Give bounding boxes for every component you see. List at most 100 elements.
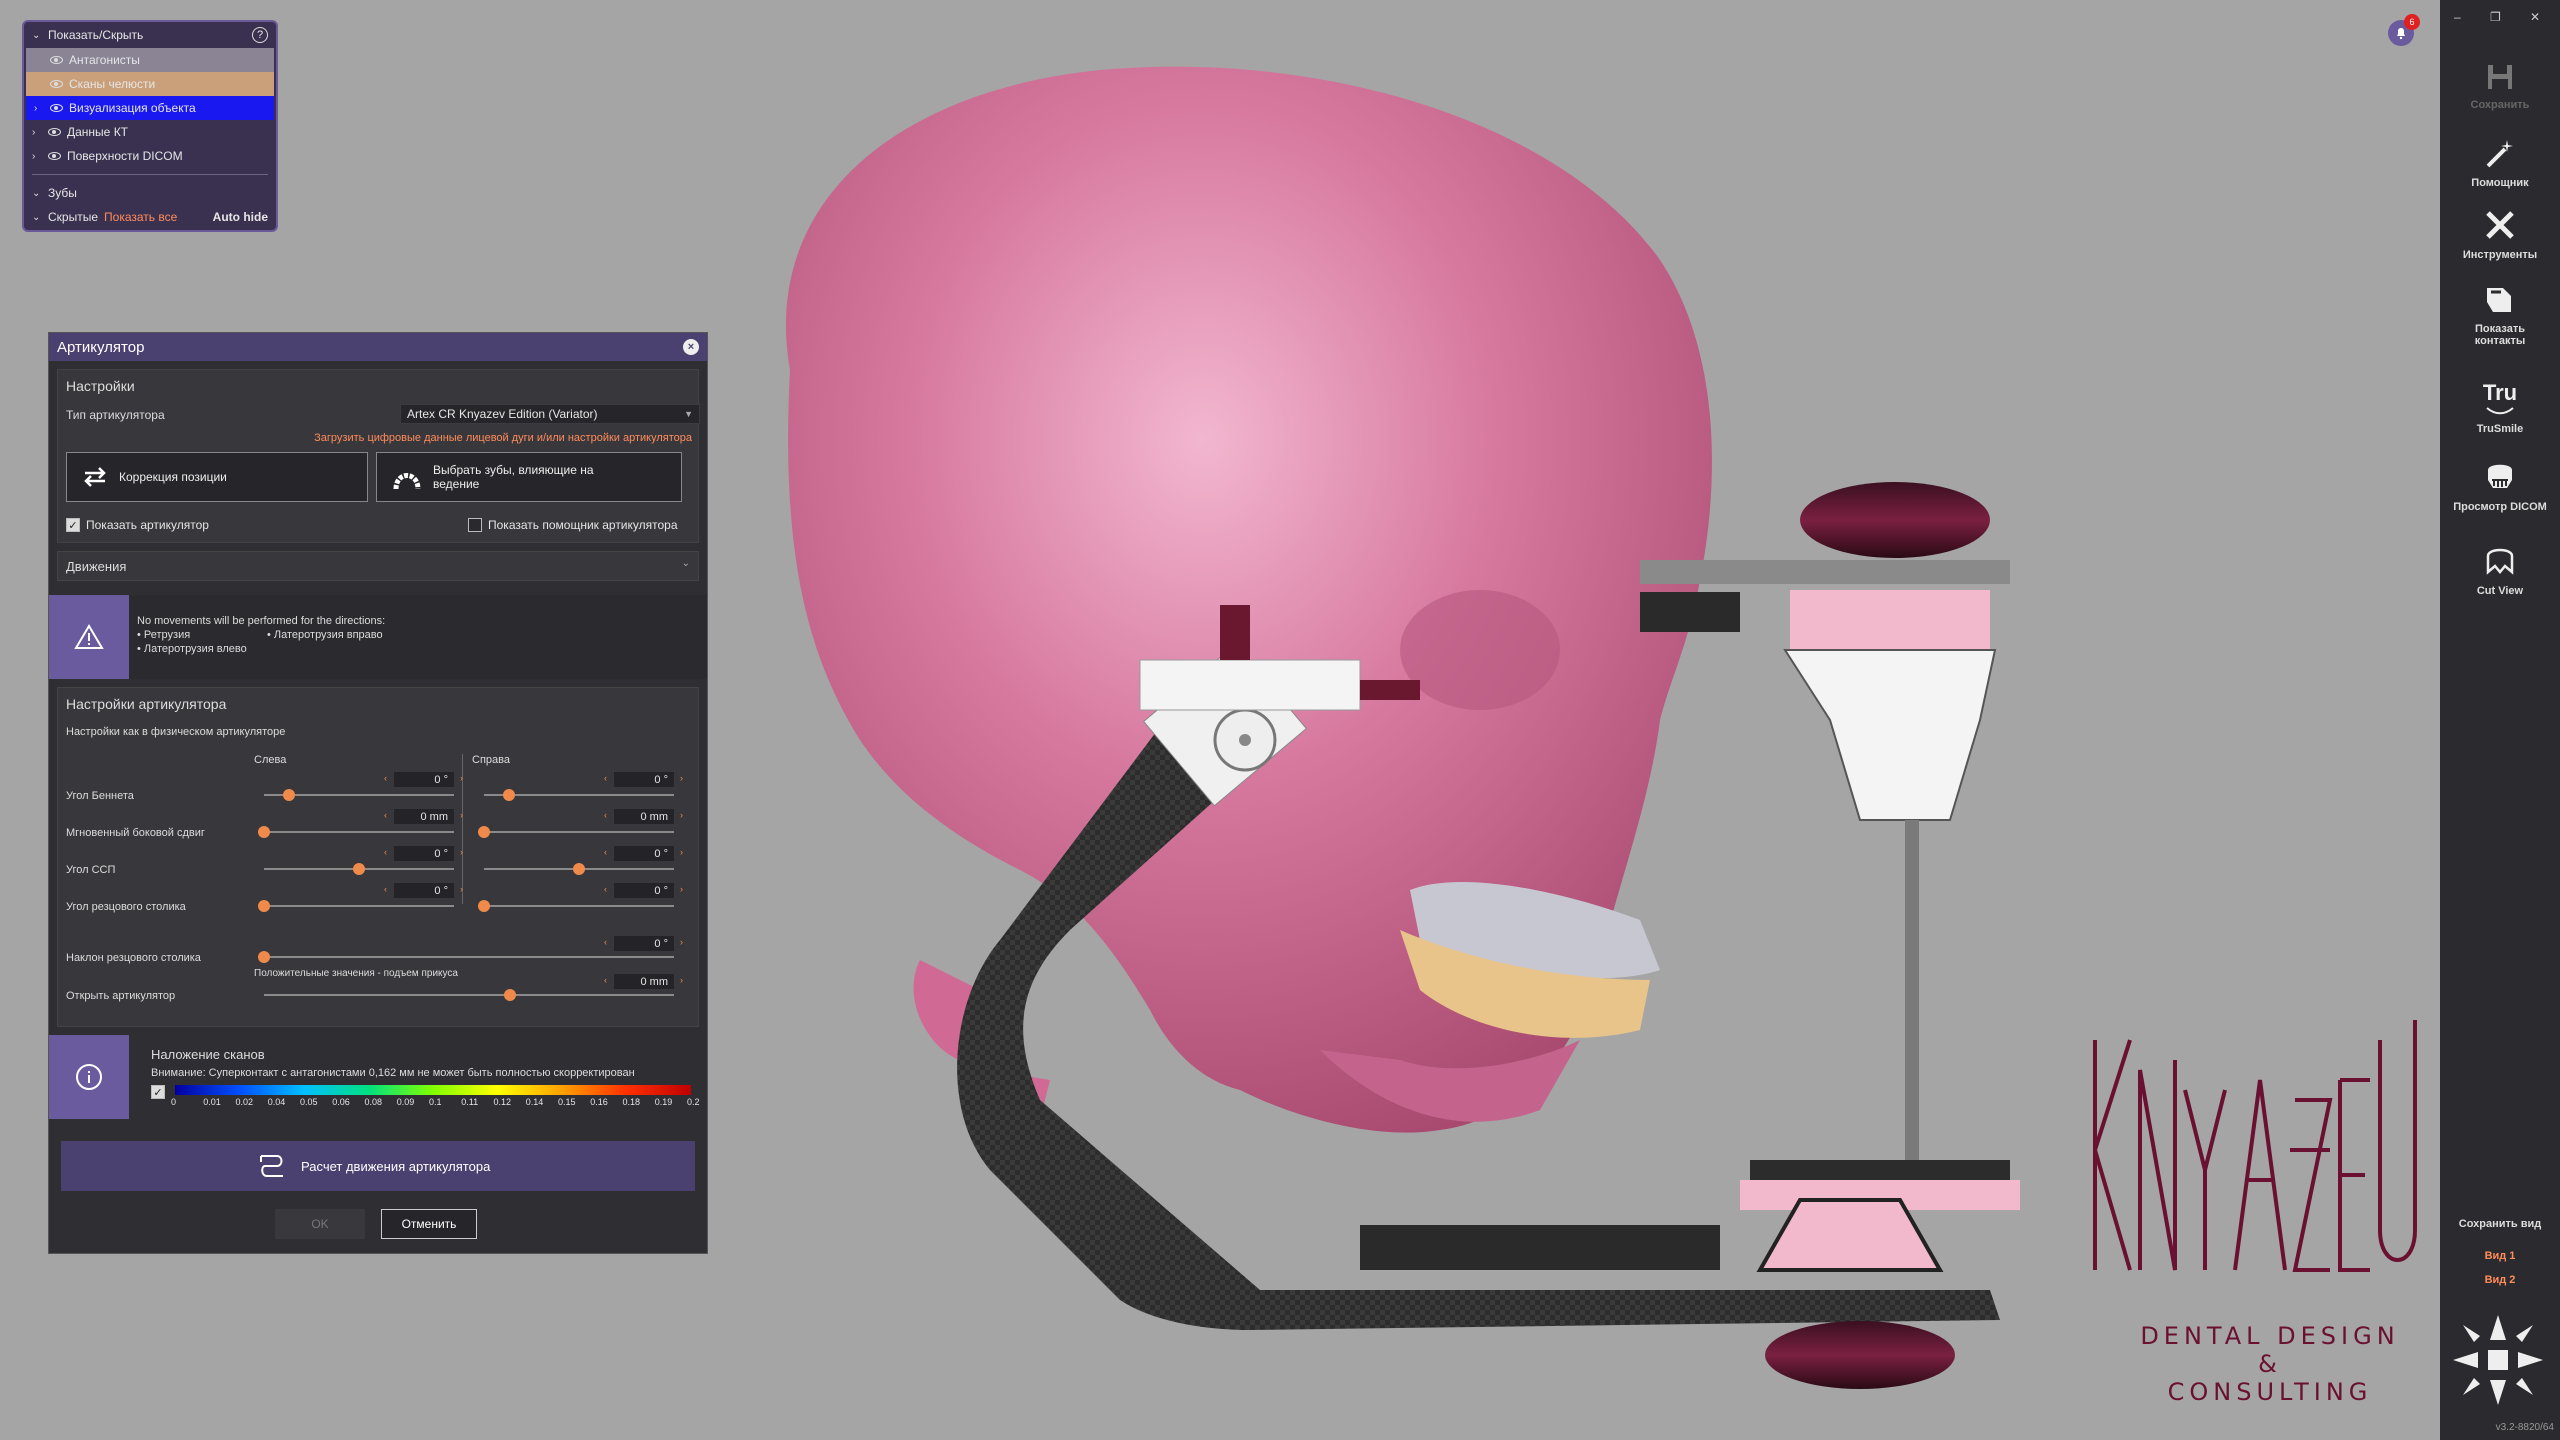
slider-thumb[interactable] bbox=[258, 900, 270, 912]
decrement-icon[interactable]: ‹ bbox=[604, 810, 607, 820]
scale-tick-label: 0.19 bbox=[654, 1097, 673, 1107]
calculate-movement-button[interactable]: Расчет движения артикулятора bbox=[61, 1141, 695, 1191]
slider-thumb[interactable] bbox=[504, 989, 516, 1001]
increment-icon[interactable]: › bbox=[460, 773, 463, 783]
eye-icon[interactable] bbox=[50, 56, 63, 64]
tree-header[interactable]: ⌄ Показать/Скрыть ? bbox=[24, 22, 276, 48]
setting-label: Мгновенный боковой сдвиг bbox=[66, 827, 205, 839]
decrement-icon[interactable]: ‹ bbox=[604, 975, 607, 985]
value-spinbox[interactable]: 0 ° bbox=[614, 846, 674, 861]
restore-icon[interactable]: ❐ bbox=[2490, 10, 2501, 24]
tools-button[interactable]: Инструменты bbox=[2440, 208, 2560, 261]
assistant-button[interactable]: Помощник bbox=[2440, 136, 2560, 189]
decrement-icon[interactable]: ‹ bbox=[384, 884, 387, 894]
notification-button[interactable]: 6 bbox=[2388, 14, 2420, 46]
scale-tick-label: 0.02 bbox=[235, 1097, 254, 1107]
show-all-link[interactable]: Показать все bbox=[104, 210, 177, 224]
increment-icon[interactable]: › bbox=[680, 810, 683, 820]
decrement-icon[interactable]: ‹ bbox=[384, 773, 387, 783]
slider-thumb[interactable] bbox=[478, 900, 490, 912]
chevron-right-icon[interactable]: › bbox=[32, 127, 42, 138]
warning-item3: • Латеротрузия влево bbox=[137, 643, 247, 655]
value-spinbox[interactable]: 0 ° bbox=[394, 883, 454, 898]
eye-icon[interactable] bbox=[48, 152, 61, 160]
cut-view-button[interactable]: Cut View bbox=[2440, 544, 2560, 597]
slider-track[interactable] bbox=[484, 905, 674, 907]
view-orientation-widget[interactable] bbox=[2448, 1310, 2548, 1410]
value-spinbox[interactable]: 0 ° bbox=[614, 772, 674, 787]
decrement-icon[interactable]: ‹ bbox=[384, 810, 387, 820]
value-spinbox[interactable]: 0 ° bbox=[394, 772, 454, 787]
dicom-viewer-button[interactable]: Просмотр DICOM bbox=[2440, 460, 2560, 513]
decrement-icon[interactable]: ‹ bbox=[604, 773, 607, 783]
increment-icon[interactable]: › bbox=[680, 847, 683, 857]
overlay-checkbox[interactable]: ✓ bbox=[151, 1085, 165, 1099]
select-guiding-teeth-button[interactable]: Выбрать зубы, влияющие на ведение bbox=[376, 452, 682, 502]
slider-track[interactable] bbox=[484, 831, 674, 833]
decrement-icon[interactable]: ‹ bbox=[604, 847, 607, 857]
increment-icon[interactable]: › bbox=[460, 810, 463, 820]
slider-thumb[interactable] bbox=[258, 826, 270, 838]
cancel-button[interactable]: Отменить bbox=[381, 1209, 477, 1239]
increment-icon[interactable]: › bbox=[460, 847, 463, 857]
movements-section[interactable]: Движения ⌄ bbox=[57, 551, 699, 581]
slider-track[interactable] bbox=[264, 905, 454, 907]
slider-thumb[interactable] bbox=[573, 863, 585, 875]
slider-thumb[interactable] bbox=[282, 789, 295, 801]
value-spinbox[interactable]: 0 mm bbox=[614, 809, 674, 824]
close-icon[interactable]: × bbox=[683, 339, 699, 355]
tree-item-dicom-surfaces[interactable]: › Поверхности DICOM bbox=[24, 144, 276, 168]
increment-icon[interactable]: › bbox=[460, 884, 463, 894]
value-spinbox[interactable]: 0 mm bbox=[614, 974, 674, 989]
tree-item-antagonists[interactable]: Антагонисты bbox=[26, 48, 274, 72]
value-spinbox[interactable]: 0 ° bbox=[394, 846, 454, 861]
auto-hide-toggle[interactable]: Auto hide bbox=[213, 210, 268, 224]
chevron-right-icon[interactable]: › bbox=[32, 151, 42, 162]
load-facebow-link[interactable]: Загрузить цифровые данные лицевой дуги и… bbox=[314, 432, 692, 444]
tree-item-jaw-scans[interactable]: Сканы челюсти bbox=[26, 72, 274, 96]
increment-icon[interactable]: › bbox=[680, 773, 683, 783]
decrement-icon[interactable]: ‹ bbox=[384, 847, 387, 857]
slider-thumb[interactable] bbox=[353, 863, 365, 875]
warning-line1: No movements will be performed for the d… bbox=[137, 615, 386, 627]
articulator-type-select[interactable]: Artex CR Knyazev Edition (Variator) ▼ bbox=[400, 404, 700, 424]
minimize-icon[interactable]: – bbox=[2454, 10, 2461, 24]
value-spinbox[interactable]: 0 ° bbox=[614, 936, 674, 951]
eye-crossed-icon[interactable] bbox=[48, 128, 61, 136]
close-icon[interactable]: ✕ bbox=[2530, 10, 2540, 24]
tree-item-teeth[interactable]: ⌄ Зубы bbox=[24, 181, 276, 205]
position-correction-button[interactable]: Коррекция позиции bbox=[66, 452, 368, 502]
value-spinbox[interactable]: 0 mm bbox=[394, 809, 454, 824]
chevron-right-icon[interactable]: › bbox=[34, 103, 44, 114]
eye-icon[interactable] bbox=[50, 80, 63, 88]
decrement-icon[interactable]: ‹ bbox=[604, 884, 607, 894]
slider-thumb[interactable] bbox=[478, 826, 490, 838]
help-icon[interactable]: ? bbox=[252, 27, 268, 43]
trusmile-button[interactable]: Tru TruSmile bbox=[2440, 380, 2560, 435]
chevron-down-icon: ⌄ bbox=[32, 187, 41, 199]
scale-tick-label: 0.01 bbox=[203, 1097, 221, 1107]
slider-thumb[interactable] bbox=[502, 789, 515, 801]
eye-crossed-icon[interactable] bbox=[50, 104, 63, 112]
show-contacts-button[interactable]: Показать контакты bbox=[2440, 282, 2560, 347]
decrement-icon[interactable]: ‹ bbox=[604, 937, 607, 947]
slider-thumb[interactable] bbox=[258, 951, 270, 963]
tree-item-object-visualization[interactable]: › Визуализация объекта bbox=[26, 96, 274, 120]
visibility-tree-panel: ⌄ Показать/Скрыть ? Антагонисты Сканы че… bbox=[22, 20, 278, 232]
slider-track[interactable] bbox=[264, 994, 674, 996]
increment-icon[interactable]: › bbox=[680, 937, 683, 947]
tree-item-hidden[interactable]: ⌄ Скрытые Показать все Auto hide bbox=[24, 205, 276, 229]
slider-track[interactable] bbox=[264, 956, 674, 958]
increment-icon[interactable]: › bbox=[680, 975, 683, 985]
show-helper-checkbox[interactable]: Показать помощник артикулятора bbox=[468, 518, 678, 532]
slider-track[interactable] bbox=[264, 831, 454, 833]
ok-button[interactable]: OK bbox=[275, 1209, 365, 1239]
view-2-link[interactable]: Вид 2 bbox=[2440, 1274, 2560, 1286]
increment-icon[interactable]: › bbox=[680, 884, 683, 894]
view-1-link[interactable]: Вид 1 bbox=[2440, 1250, 2560, 1262]
tree-item-ct-data[interactable]: › Данные КТ bbox=[24, 120, 276, 144]
scale-tick-label: 0.08 bbox=[364, 1097, 383, 1107]
show-articulator-checkbox[interactable]: ✓ Показать артикулятор bbox=[66, 518, 209, 532]
save-button[interactable]: Сохранить bbox=[2440, 62, 2560, 111]
value-spinbox[interactable]: 0 ° bbox=[614, 883, 674, 898]
